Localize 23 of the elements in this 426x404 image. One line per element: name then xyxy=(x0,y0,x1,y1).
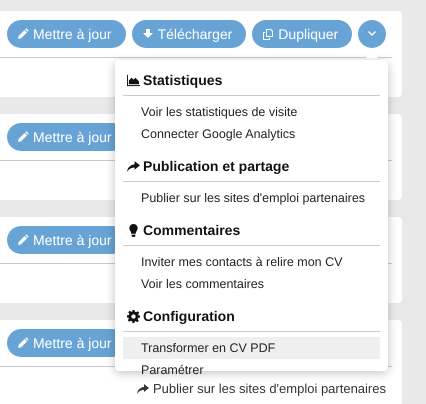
section-title: Publication et partage xyxy=(143,158,290,174)
share-arrow-icon xyxy=(137,382,149,394)
pencil-icon xyxy=(17,28,29,40)
publish-link[interactable]: Publier sur les sites d'emploi partenaires xyxy=(137,381,386,396)
menu-item[interactable]: Publier sur les sites d'emploi partenaires xyxy=(123,187,380,209)
copy-icon xyxy=(262,28,274,40)
gear-icon xyxy=(127,310,140,322)
pencil-icon xyxy=(17,337,29,349)
menu-item[interactable]: Voir les commentaires xyxy=(123,273,380,295)
section-title: Statistiques xyxy=(143,72,222,88)
pencil-icon xyxy=(17,234,29,246)
area-chart-icon xyxy=(127,74,140,86)
menu-item[interactable]: Transformer en CV PDF xyxy=(123,337,380,359)
menu-item[interactable]: Paramétrer xyxy=(123,359,380,381)
section-title: Configuration xyxy=(143,308,235,324)
share-arrow-icon xyxy=(127,160,140,172)
lightbulb-icon xyxy=(127,224,140,236)
pencil-icon xyxy=(17,131,29,143)
menu-item[interactable]: Inviter mes contacts à relire mon CV xyxy=(123,251,380,273)
download-icon xyxy=(142,28,154,40)
menu-item[interactable]: Voir les statistiques de visite xyxy=(123,101,380,123)
menu-item[interactable]: Connecter Google Analytics xyxy=(123,123,380,145)
section-title: Commentaires xyxy=(143,222,240,238)
